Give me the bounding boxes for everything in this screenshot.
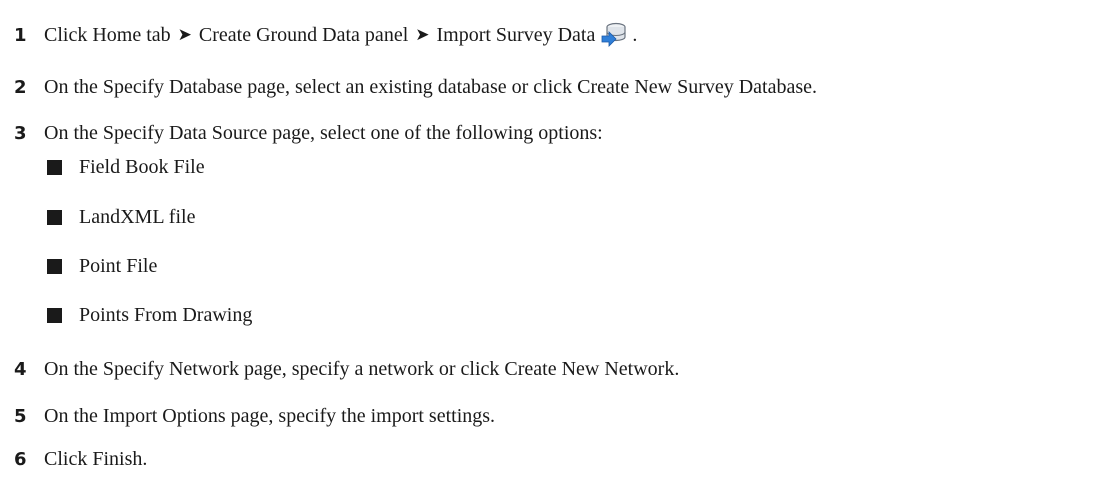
option-points-from-drawing: Points From Drawing bbox=[79, 303, 253, 326]
ui-path-home-tab: Click Home tab bbox=[44, 23, 171, 46]
step-text: On the Specify Data Source page, select … bbox=[44, 121, 603, 144]
step-text: On the Specify Database page, select an … bbox=[44, 75, 818, 98]
step-trailing-period: . bbox=[632, 23, 638, 46]
list-item: Point File bbox=[47, 251, 157, 281]
step-2: 2 On the Specify Database page, select a… bbox=[14, 70, 817, 104]
path-separator-arrow: ➤ bbox=[177, 25, 192, 45]
step-text: Click Finish. bbox=[44, 447, 148, 470]
step-5: 5 On the Import Options page, specify th… bbox=[14, 399, 495, 433]
step-4: 4 On the Specify Network page, specify a… bbox=[14, 352, 679, 386]
list-item: LandXML file bbox=[47, 202, 195, 232]
step-1: 1 Click Home tab ➤ Create Ground Data pa… bbox=[14, 18, 637, 52]
bullet-square-icon bbox=[47, 258, 62, 274]
bullet-square-icon bbox=[47, 159, 62, 175]
path-separator-arrow: ➤ bbox=[415, 25, 430, 45]
step-number: 6 bbox=[14, 448, 27, 470]
step-text: On the Specify Network page, specify a n… bbox=[44, 357, 680, 380]
option-field-book-file: Field Book File bbox=[79, 155, 205, 178]
step-number: 3 bbox=[14, 122, 27, 144]
step-6: 6 Click Finish. bbox=[14, 442, 147, 476]
bullet-square-icon bbox=[47, 307, 62, 323]
step-text: Click Home tab ➤ Create Ground Data pane… bbox=[44, 22, 637, 48]
step-number: 5 bbox=[14, 405, 27, 427]
step-3: 3 On the Specify Data Source page, selec… bbox=[14, 116, 603, 150]
list-item: Field Book File bbox=[47, 152, 205, 182]
ui-path-import-survey-data: Import Survey Data bbox=[436, 23, 596, 46]
option-point-file: Point File bbox=[79, 254, 158, 277]
step-number: 1 bbox=[14, 24, 27, 46]
import-survey-data-icon bbox=[600, 22, 628, 48]
list-item: Points From Drawing bbox=[47, 300, 252, 330]
step-number: 2 bbox=[14, 76, 27, 98]
bullet-square-icon bbox=[47, 209, 62, 225]
procedure-document: 1 Click Home tab ➤ Create Ground Data pa… bbox=[0, 0, 1111, 483]
step-number: 4 bbox=[14, 358, 27, 380]
option-landxml-file: LandXML file bbox=[79, 205, 196, 228]
step-text: On the Import Options page, specify the … bbox=[44, 404, 496, 427]
ui-path-create-ground-data-panel: Create Ground Data panel bbox=[198, 23, 409, 46]
